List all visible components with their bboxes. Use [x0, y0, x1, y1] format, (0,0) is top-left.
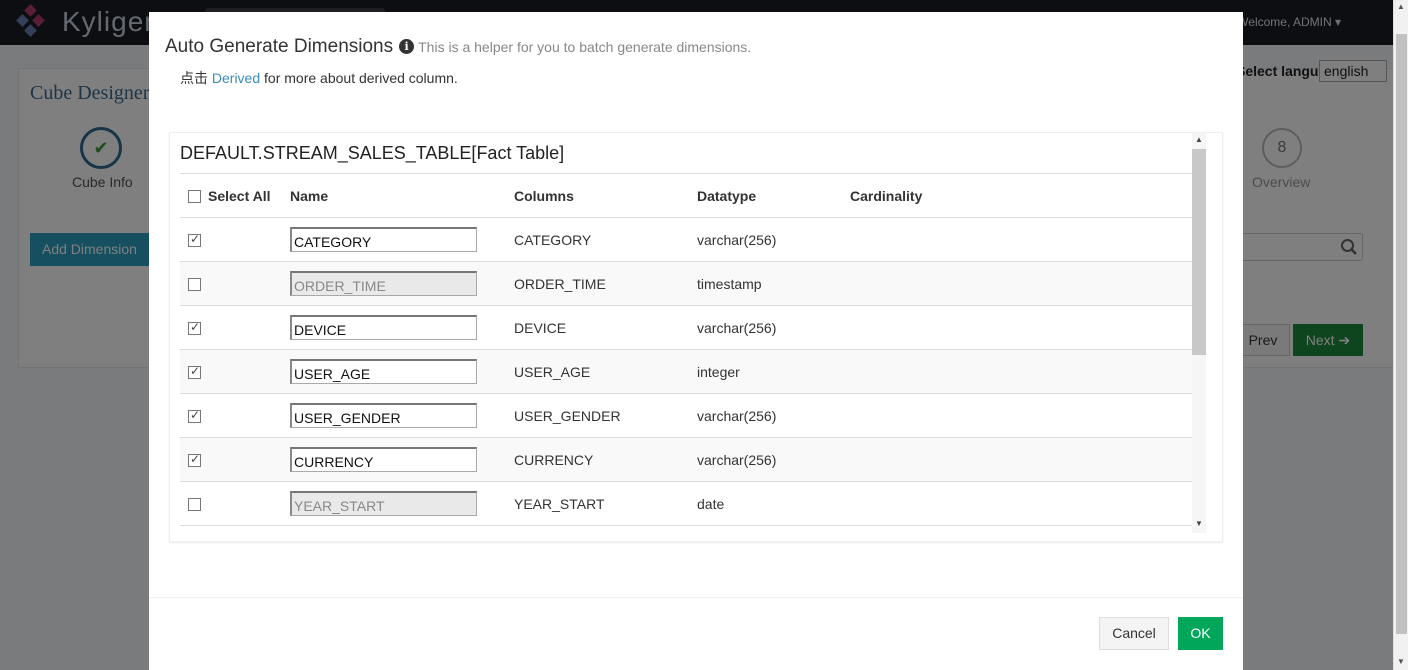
- modal-header: Auto Generate Dimensions i This is a helpe…: [165, 36, 751, 58]
- dimension-name-input[interactable]: [290, 359, 477, 384]
- dimension-name-input[interactable]: [290, 403, 477, 428]
- row-checkbox[interactable]: [188, 232, 201, 248]
- row-cardinality-cell: [842, 393, 1198, 438]
- table-scrollbar[interactable]: ▲ ▼: [1192, 133, 1206, 533]
- auto-generate-dimensions-modal: Auto Generate Dimensions i This is a helpe…: [149, 12, 1243, 670]
- table-row: USER_GENDERvarchar(256): [180, 393, 1198, 438]
- select-all-label: Select All: [208, 188, 271, 205]
- row-cardinality-cell: [842, 261, 1198, 306]
- row-select-cell: [180, 437, 282, 482]
- row-datatype-cell: timestamp: [689, 261, 842, 306]
- row-checkbox[interactable]: [188, 320, 201, 336]
- datatype-header: Datatype: [689, 173, 842, 218]
- row-checkbox[interactable]: [188, 408, 201, 424]
- table-row: YEAR_STARTdate: [180, 481, 1198, 526]
- row-datatype-cell: varchar(256): [689, 305, 842, 350]
- table-row: DEVICEvarchar(256): [180, 305, 1198, 350]
- hint-suffix: for more about derived column.: [260, 70, 458, 86]
- row-datatype-cell: integer: [689, 349, 842, 394]
- derived-link[interactable]: Derived: [212, 70, 260, 86]
- info-icon: i: [399, 39, 415, 54]
- ok-button[interactable]: OK: [1178, 617, 1223, 650]
- row-cardinality-cell: [842, 217, 1198, 262]
- helper-text: This is a helper for you to batch genera…: [418, 39, 752, 55]
- table-title: DEFAULT.STREAM_SALES_TABLE[Fact Table]: [180, 143, 565, 163]
- row-name-cell: [282, 349, 506, 394]
- select-all-header: Select All: [180, 173, 282, 218]
- row-name-cell: [282, 393, 506, 438]
- row-cardinality-cell: [842, 305, 1198, 350]
- row-checkbox[interactable]: [188, 452, 201, 468]
- select-all-checkbox[interactable]: [188, 189, 201, 203]
- row-column-cell: CURRENCY: [506, 437, 689, 482]
- row-select-cell: [180, 217, 282, 262]
- row-checkbox[interactable]: [188, 364, 201, 380]
- table-row: CATEGORYvarchar(256): [180, 217, 1198, 262]
- table-scrollbar-thumb[interactable]: [1192, 149, 1206, 355]
- row-name-cell: [282, 305, 506, 350]
- row-checkbox[interactable]: [188, 498, 201, 512]
- row-column-cell: YEAR_START: [506, 481, 689, 526]
- row-datatype-cell: varchar(256): [689, 393, 842, 438]
- modal-footer-divider: [149, 597, 1243, 598]
- dimension-name-input[interactable]: [290, 315, 477, 340]
- row-name-cell: [282, 217, 506, 262]
- scroll-up-arrow-icon[interactable]: ▲: [1397, 2, 1405, 11]
- row-column-cell: DEVICE: [506, 305, 689, 350]
- cardinality-header: Cardinality: [842, 173, 1198, 218]
- window-scrollbar[interactable]: ▲ ▼: [1393, 0, 1408, 670]
- dimension-name-input[interactable]: [290, 447, 477, 472]
- scroll-down-arrow-icon[interactable]: ▼: [1397, 657, 1405, 666]
- table-box: DEFAULT.STREAM_SALES_TABLE[Fact Table] S…: [169, 132, 1223, 542]
- row-cardinality-cell: [842, 349, 1198, 394]
- row-name-cell: [282, 261, 506, 306]
- hint-prefix: 点击: [180, 70, 212, 86]
- table-row: CURRENCYvarchar(256): [180, 437, 1198, 482]
- row-select-cell: [180, 393, 282, 438]
- row-column-cell: USER_AGE: [506, 349, 689, 394]
- columns-header: Columns: [506, 173, 689, 218]
- row-datatype-cell: varchar(256): [689, 217, 842, 262]
- name-header: Name: [282, 173, 506, 218]
- row-column-cell: CATEGORY: [506, 217, 689, 262]
- row-select-cell: [180, 305, 282, 350]
- row-checkbox[interactable]: [188, 278, 201, 292]
- row-select-cell: [180, 349, 282, 394]
- row-datatype-cell: varchar(256): [689, 437, 842, 482]
- row-select-cell: [180, 261, 282, 306]
- row-name-cell: [282, 437, 506, 482]
- derived-hint: 点击 Derived for more about derived column…: [180, 68, 458, 88]
- table-header-row: Select All Name Columns Datatype Cardina…: [180, 173, 1198, 218]
- row-column-cell: ORDER_TIME: [506, 261, 689, 306]
- table-scroll-down-icon[interactable]: ▼: [1195, 519, 1203, 528]
- columns-table: Select All Name Columns Datatype Cardina…: [180, 173, 1198, 526]
- row-name-cell: [282, 481, 506, 526]
- row-datatype-cell: date: [689, 481, 842, 526]
- dimension-name-input[interactable]: [290, 271, 477, 296]
- table-scroll-up-icon[interactable]: ▲: [1195, 135, 1203, 144]
- table-row: ORDER_TIMEtimestamp: [180, 261, 1198, 306]
- modal-title: Auto Generate Dimensions: [165, 36, 394, 57]
- cancel-button[interactable]: Cancel: [1099, 617, 1169, 650]
- dimension-name-input[interactable]: [290, 491, 477, 516]
- dimension-name-input[interactable]: [290, 227, 477, 252]
- row-select-cell: [180, 481, 282, 526]
- row-cardinality-cell: [842, 481, 1198, 526]
- window-scrollbar-thumb[interactable]: [1396, 34, 1407, 634]
- row-cardinality-cell: [842, 437, 1198, 482]
- row-column-cell: USER_GENDER: [506, 393, 689, 438]
- table-row: USER_AGEinteger: [180, 349, 1198, 394]
